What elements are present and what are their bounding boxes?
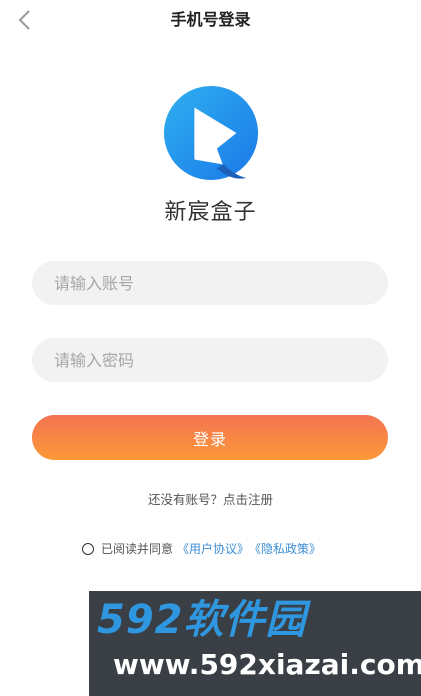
app-name: 新宸盒子 bbox=[164, 200, 257, 225]
register-link[interactable]: 还没有账号？点击注册 bbox=[0, 491, 421, 509]
watermark-brand: 592软件园 bbox=[97, 597, 307, 643]
password-input[interactable] bbox=[32, 338, 388, 382]
watermark: 592软件园 www.592xiazai.com bbox=[89, 591, 421, 696]
agree-radio[interactable] bbox=[82, 543, 94, 555]
nav-bar: 手机号登录 bbox=[0, 0, 421, 40]
login-button[interactable]: 登录 bbox=[32, 415, 388, 460]
play-logo-icon bbox=[163, 85, 259, 181]
page-title: 手机号登录 bbox=[170, 10, 251, 29]
user-agreement-link[interactable]: 《用户协议》 bbox=[177, 540, 249, 558]
account-input[interactable] bbox=[32, 261, 388, 305]
privacy-policy-link[interactable]: 《隐私政策》 bbox=[249, 540, 321, 558]
agreement-row: 已阅读并同意 《用户协议》 《隐私政策》 bbox=[82, 540, 321, 558]
agree-text: 已阅读并同意 bbox=[101, 542, 174, 556]
watermark-url: www.592xiazai.com bbox=[113, 648, 421, 681]
